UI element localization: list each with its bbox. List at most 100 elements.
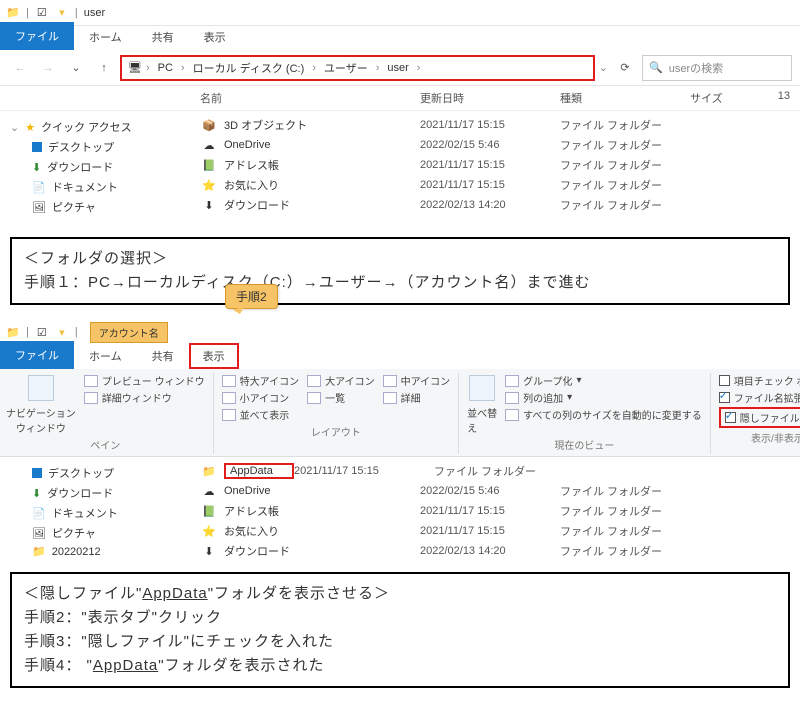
file-type-icon: ⭐ [200,525,218,538]
download-icon: ⬇ [32,161,41,174]
tab-share[interactable]: 共有 [137,343,189,369]
group-by-button[interactable]: グループ化▾ [505,373,702,388]
sidebar-item-desktop[interactable]: デスクトップ [10,463,170,483]
details-pane-button[interactable]: 詳細ウィンドウ [84,390,205,405]
instruction-line-3: 手順3："隠しファイル"にチェックを入れた [24,630,776,654]
table-row[interactable]: ☁OneDrive2022/02/15 5:46ファイル フォルダー [180,481,800,501]
group-label: 表示/非表示 [719,428,800,445]
table-row[interactable]: ⬇ダウンロード2022/02/13 14:20ファイル フォルダー [180,195,800,215]
file-type: ファイル フォルダー [560,137,710,153]
sort-icon[interactable] [469,375,495,401]
sidebar-item-pictures[interactable]: 🖼ピクチャ [10,523,170,543]
layout-detail[interactable]: 詳細 [383,390,451,405]
tab-home[interactable]: ホーム [74,24,137,50]
ribbon-view: ナビゲーション ウィンドウ プレビュー ウィンドウ 詳細ウィンドウ ペイン 特大… [0,369,800,457]
file-type-icon: ☁ [200,485,218,498]
checkbox-icon: ☑ [35,325,49,339]
picture-icon: 🖼 [32,527,46,540]
preview-pane-button[interactable]: プレビュー ウィンドウ [84,373,205,388]
sidebar-item-label: ピクチャ [52,199,96,215]
tab-share[interactable]: 共有 [137,24,189,50]
sidebar-item-documents[interactable]: 📄ドキュメント [10,503,170,523]
table-row[interactable]: ⭐お気に入り2021/11/17 15:15ファイル フォルダー [180,521,800,541]
group-label: 現在のビュー [467,435,702,452]
address-bar[interactable]: 🖥 › PC › ローカル ディスク (C:) › ユーザー › user › [120,55,595,81]
details-icon [84,392,98,404]
item-check-boxes-toggle[interactable]: 項目チェック ボックス [719,373,800,388]
layout-tiles[interactable]: 並べて表示 [222,407,300,422]
tab-home[interactable]: ホーム [74,343,137,369]
item-count: 13 [778,90,800,106]
col-size[interactable]: サイズ [690,90,760,106]
autosize-button[interactable]: すべての列のサイズを自動的に変更する [505,407,702,422]
file-date: 2021/11/17 15:15 [420,505,560,517]
table-row[interactable]: 📁AppData2021/11/17 15:15ファイル フォルダー [180,461,800,481]
checkbox-icon [725,412,736,423]
sidebar-item-pictures[interactable]: 🖼ピクチャ [10,197,170,217]
table-row[interactable]: 📦3D オブジェクト2021/11/17 15:15ファイル フォルダー [180,115,800,135]
breadcrumb-pc[interactable]: PC [154,60,177,76]
instruction-title: ＜隠しファイル"AppData"フォルダを表示させる＞ [24,582,776,606]
layout-m[interactable]: 中アイコン [383,373,451,388]
sidebar-item-documents[interactable]: 📄ドキュメント [10,177,170,197]
col-date[interactable]: 更新日時 [420,90,560,106]
col-name[interactable]: 名前 [200,90,420,106]
separator: | [26,7,29,19]
folder-icon: 📁 [6,325,20,339]
breadcrumb-users[interactable]: ユーザー [320,58,372,78]
table-row[interactable]: ☁OneDrive2022/02/15 5:46ファイル フォルダー [180,135,800,155]
folder-icon: 📁 [32,545,46,558]
tab-file[interactable]: ファイル [0,341,74,369]
layout-xl[interactable]: 特大アイコン [222,373,300,388]
column-headers: 名前 更新日時 種類 サイズ 13 [0,86,800,111]
back-button[interactable]: ← [8,56,32,80]
tab-view[interactable]: 表示 [189,24,241,50]
table-row[interactable]: ⭐お気に入り2021/11/17 15:15ファイル フォルダー [180,175,800,195]
col-type[interactable]: 種類 [560,90,690,106]
dropdown-icon[interactable]: ⌄ [599,61,608,74]
file-name: アドレス帳 [224,157,420,173]
file-type: ファイル フォルダー [434,463,584,479]
add-column-button[interactable]: 列の追加▾ [505,390,702,405]
search-input[interactable]: 🔍 userの検索 [642,55,792,81]
sidebar-item-downloads[interactable]: ⬇ダウンロード [10,483,170,503]
table-row[interactable]: ⬇ダウンロード2022/02/13 14:20ファイル フォルダー [180,541,800,561]
hidden-files-toggle[interactable]: 隠しファイル [719,407,800,428]
filename-extensions-toggle[interactable]: ファイル名拡張子 [719,390,800,405]
sidebar-item-downloads[interactable]: ⬇ダウンロード [10,157,170,177]
titlebar: 📁 | ☑ ▾ | user [0,0,800,26]
sort-label: 並べ替え [467,405,497,435]
file-date: 2022/02/13 14:20 [420,199,560,211]
up-button[interactable]: ↑ [92,56,116,80]
sidebar-item-desktop[interactable]: デスクトップ [10,137,170,157]
table-row[interactable]: 📗アドレス帳2021/11/17 15:15ファイル フォルダー [180,501,800,521]
file-name: ダウンロード [224,543,420,559]
layout-s[interactable]: 小アイコン [222,390,300,405]
tab-file[interactable]: ファイル [0,22,74,50]
file-type: ファイル フォルダー [560,483,710,499]
folder-small-icon: ▾ [55,325,69,339]
navigation-pane-icon[interactable] [28,375,54,401]
chevron-right-icon: › [179,62,187,74]
explorer-window-2: 📁 | ☑ ▾ | アカウント名 ファイル ホーム 共有 表示 ナビゲーション … [0,319,800,566]
history-dropdown[interactable]: ⌄ [64,56,88,80]
table-row[interactable]: 📗アドレス帳2021/11/17 15:15ファイル フォルダー [180,155,800,175]
forward-button[interactable]: → [36,56,60,80]
checkbox-icon [719,375,730,386]
tab-view[interactable]: 表示 [189,343,239,369]
desktop-icon [32,142,42,152]
folder-icon: 📁 [6,6,20,20]
sidebar-item-extra[interactable]: 📁20220212 [10,543,170,560]
sidebar-item-label: ドキュメント [52,179,118,195]
checkbox-icon [719,392,730,403]
file-type-icon: 📗 [200,159,218,172]
layout-l[interactable]: 大アイコン [307,373,375,388]
sidebar-quick-access[interactable]: ⌄ ★ クイック アクセス [10,117,170,137]
breadcrumb-disk[interactable]: ローカル ディスク (C:) [189,58,309,78]
layout-list[interactable]: 一覧 [307,390,375,405]
file-date: 2021/11/17 15:15 [294,465,434,477]
search-placeholder: userの検索 [669,60,723,76]
refresh-button[interactable]: ⟳ [612,61,638,74]
file-type: ファイル フォルダー [560,543,710,559]
breadcrumb-user[interactable]: user [383,60,412,76]
